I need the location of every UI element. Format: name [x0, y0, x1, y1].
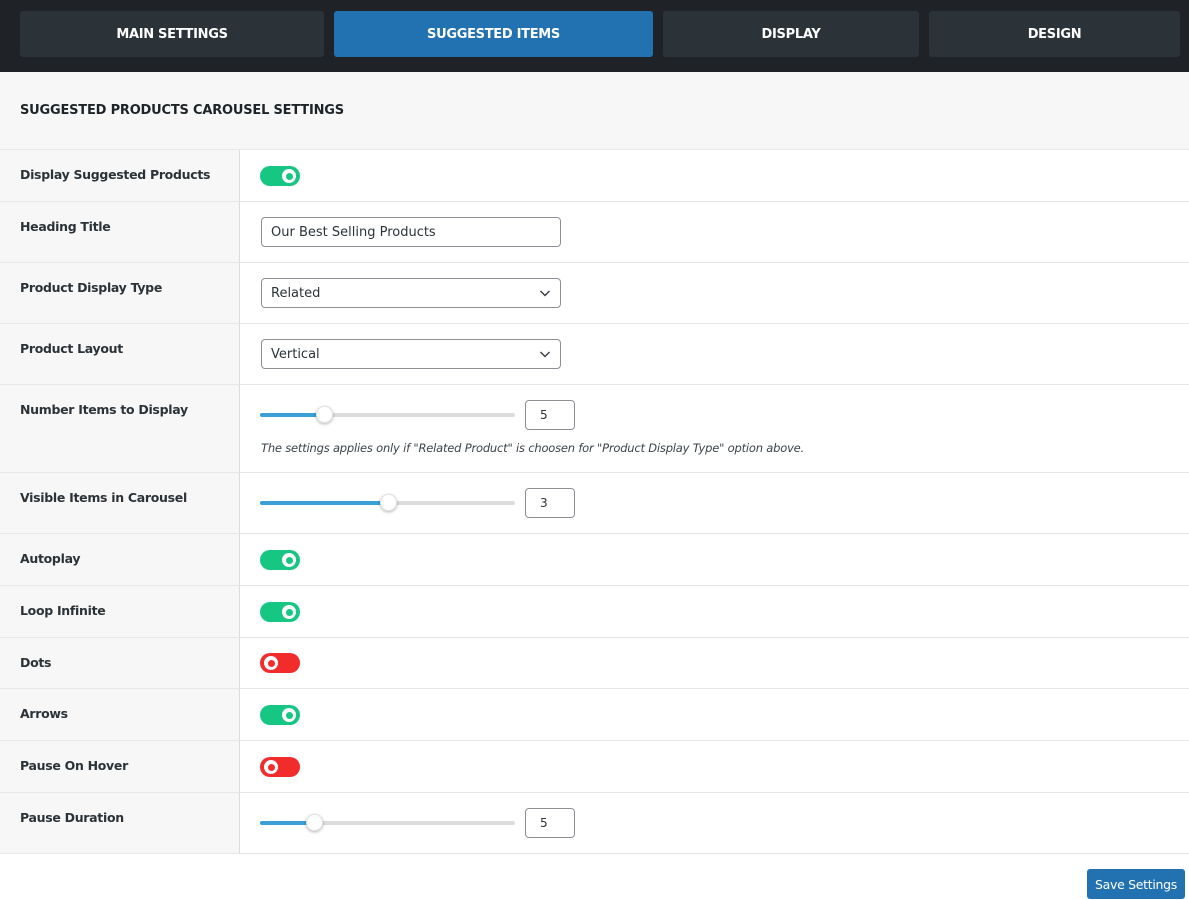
select-value: Related — [271, 285, 321, 301]
number-items-slider[interactable] — [260, 406, 515, 423]
setting-label: Pause Duration — [20, 810, 124, 825]
setting-row-heading-title: Heading Title — [0, 202, 1189, 263]
setting-row-product-display-type: Product Display Type Related — [0, 263, 1189, 324]
pause-on-hover-toggle[interactable] — [260, 757, 300, 777]
setting-row-visible-items: Visible Items in Carousel — [0, 473, 1189, 534]
setting-row-loop-infinite: Loop Infinite — [0, 586, 1189, 638]
setting-label: Dots — [20, 655, 52, 670]
visible-items-input[interactable] — [525, 488, 575, 518]
panel-header: SUGGESTED PRODUCTS CAROUSEL SETTINGS — [0, 72, 1189, 150]
slider-fill — [260, 413, 324, 417]
setting-label: Pause On Hover — [20, 758, 128, 773]
autoplay-toggle[interactable] — [260, 550, 300, 570]
toggle-knob-icon — [264, 760, 278, 774]
setting-label: Display Suggested Products — [20, 167, 211, 182]
display-suggested-products-toggle[interactable] — [260, 166, 300, 186]
save-settings-button[interactable]: Save Settings — [1087, 869, 1185, 899]
toggle-knob-icon — [282, 169, 296, 183]
number-items-input[interactable] — [525, 400, 575, 430]
heading-title-input[interactable] — [261, 217, 561, 247]
panel-title: SUGGESTED PRODUCTS CAROUSEL SETTINGS — [20, 103, 344, 118]
setting-row-arrows: Arrows — [0, 689, 1189, 741]
slider-thumb[interactable] — [315, 406, 333, 423]
setting-row-pause-duration: Pause Duration — [0, 793, 1189, 854]
setting-row-number-items: Number Items to Display The settings app… — [0, 385, 1189, 473]
slider-thumb[interactable] — [379, 494, 397, 511]
chevron-down-icon — [539, 290, 551, 297]
tab-bar: MAIN SETTINGS SUGGESTED ITEMS DISPLAY DE… — [0, 0, 1189, 72]
toggle-knob-icon — [282, 708, 296, 722]
chevron-down-icon — [539, 351, 551, 358]
setting-label: Number Items to Display — [20, 402, 188, 417]
toggle-knob-icon — [282, 605, 296, 619]
tab-design[interactable]: DESIGN — [929, 11, 1180, 57]
dots-toggle[interactable] — [260, 653, 300, 673]
tab-suggested-items[interactable]: SUGGESTED ITEMS — [334, 11, 653, 57]
slider-thumb[interactable] — [305, 814, 323, 831]
tab-display[interactable]: DISPLAY — [663, 11, 919, 57]
setting-row-dots: Dots — [0, 638, 1189, 689]
tab-main-settings[interactable]: MAIN SETTINGS — [20, 11, 324, 57]
setting-row-display-suggested-products: Display Suggested Products — [0, 150, 1189, 202]
setting-row-pause-on-hover: Pause On Hover — [0, 741, 1189, 793]
setting-label: Product Layout — [20, 341, 123, 356]
loop-infinite-toggle[interactable] — [260, 602, 300, 622]
setting-label: Heading Title — [20, 219, 111, 234]
setting-label: Loop Infinite — [20, 603, 106, 618]
arrows-toggle[interactable] — [260, 705, 300, 725]
setting-row-product-layout: Product Layout Vertical — [0, 324, 1189, 385]
slider-fill — [260, 501, 388, 505]
select-value: Vertical — [271, 346, 320, 362]
toggle-knob-icon — [264, 656, 278, 670]
setting-label: Autoplay — [20, 551, 81, 566]
number-items-help-text: The settings applies only if "Related Pr… — [261, 441, 805, 455]
visible-items-slider[interactable] — [260, 494, 515, 511]
product-display-type-select[interactable]: Related — [261, 278, 561, 308]
toggle-knob-icon — [282, 553, 296, 567]
setting-label: Product Display Type — [20, 280, 162, 295]
pause-duration-input[interactable] — [525, 808, 575, 838]
setting-row-autoplay: Autoplay — [0, 534, 1189, 586]
product-layout-select[interactable]: Vertical — [261, 339, 561, 369]
setting-label: Arrows — [20, 706, 68, 721]
pause-duration-slider[interactable] — [260, 814, 515, 831]
setting-label: Visible Items in Carousel — [20, 490, 187, 505]
